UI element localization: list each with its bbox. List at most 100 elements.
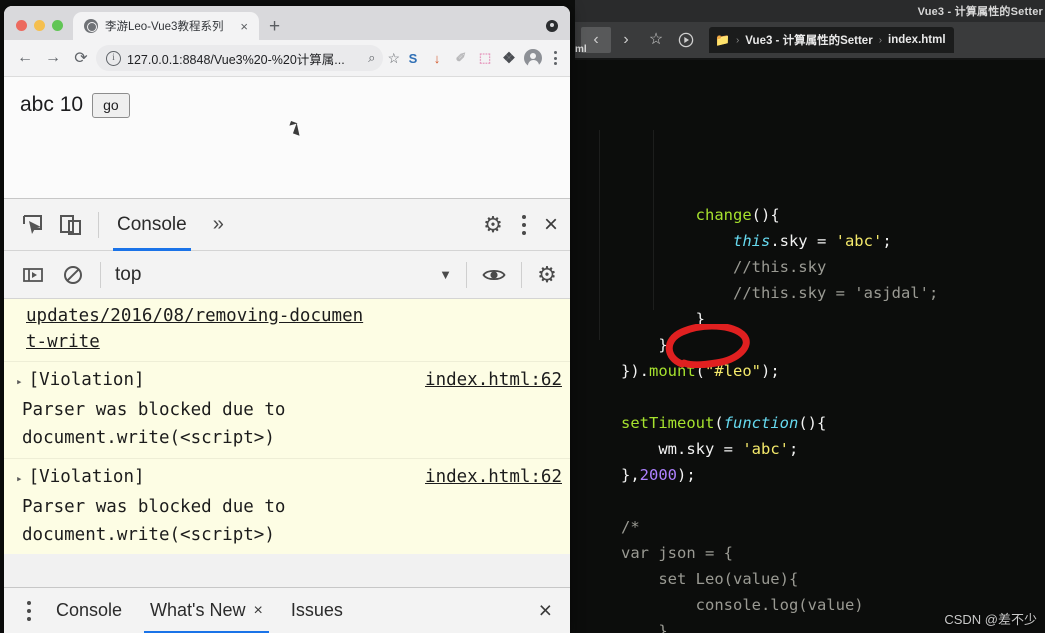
code-token-fn: change bbox=[695, 206, 752, 224]
code-token-fn: setTimeout bbox=[621, 414, 715, 432]
globe-icon bbox=[84, 19, 98, 33]
console-message-source-link[interactable]: index.html:62 bbox=[425, 463, 562, 491]
go-button[interactable]: go bbox=[92, 93, 130, 118]
chevron-down-icon[interactable]: ▼ bbox=[439, 267, 452, 282]
code-token-pad bbox=[621, 258, 733, 276]
browser-menu-icon[interactable] bbox=[546, 51, 564, 65]
puzzle-extension-icon[interactable]: ❖ bbox=[498, 47, 520, 69]
reload-button[interactable]: ⟳ bbox=[68, 45, 94, 71]
editor-bookmark-button[interactable]: ☆ bbox=[641, 27, 671, 53]
devtools-panel: Console » ⚙ × top ▼ ⚙ updates/2016/08/re… bbox=[4, 198, 570, 633]
live-expression-icon[interactable] bbox=[481, 262, 507, 288]
breadcrumb-separator-2: › bbox=[878, 34, 883, 46]
code-token-plain: } bbox=[695, 310, 705, 328]
code-token-plain: ); bbox=[761, 362, 780, 380]
console-message-row[interactable]: ▸ [Violation] index.html:62 Parser was b… bbox=[4, 362, 570, 459]
expand-triangle-icon[interactable]: ▸ bbox=[14, 368, 29, 396]
console-sidebar-icon[interactable] bbox=[20, 262, 46, 288]
editor-run-button[interactable] bbox=[671, 27, 701, 53]
breadcrumb-separator-1: › bbox=[735, 34, 740, 46]
code-token-plain: ( bbox=[714, 414, 724, 432]
close-icon[interactable]: × bbox=[237, 19, 251, 34]
forward-button[interactable]: → bbox=[40, 45, 66, 71]
console-message-text-2: document.write(<script>) bbox=[22, 525, 275, 545]
code-token-plain: ); bbox=[677, 466, 696, 484]
code-line: },2000); bbox=[621, 462, 1045, 488]
console-message-source-link[interactable]: index.html:62 bbox=[425, 366, 562, 394]
omnibox[interactable]: i 127.0.0.1:8848/Vue3%20-%20计算属... ⌕ bbox=[96, 45, 384, 71]
code-line: wm.sky = 'abc'; bbox=[621, 436, 1045, 462]
console-settings-gear-icon[interactable]: ⚙ bbox=[536, 263, 558, 286]
new-tab-button[interactable]: + bbox=[259, 17, 292, 40]
console-link-line-1[interactable]: updates/2016/08/removing-documen bbox=[26, 306, 363, 326]
breadcrumb-item-file[interactable]: index.html bbox=[888, 34, 946, 46]
back-button[interactable]: ← bbox=[12, 45, 38, 71]
site-info-icon[interactable]: i bbox=[106, 50, 121, 66]
execution-context-select[interactable]: top bbox=[115, 264, 439, 286]
editor-window-title: Vue3 - 计算属性的Setter bbox=[917, 6, 1043, 18]
code-token-kw: this bbox=[732, 232, 771, 250]
sogou-extension-icon[interactable]: S bbox=[402, 47, 424, 69]
expand-triangle-icon[interactable]: ▸ bbox=[14, 465, 29, 493]
inspect-element-icon[interactable] bbox=[20, 212, 46, 238]
close-window-button[interactable] bbox=[16, 20, 27, 31]
console-message-label: [Violation] bbox=[28, 370, 145, 390]
gear-icon[interactable]: ⚙ bbox=[482, 213, 504, 236]
console-filter-bar: top ▼ ⚙ bbox=[4, 251, 570, 299]
devtools-drawer-tabs: Console What's New × Issues × bbox=[4, 587, 570, 633]
code-token-com: //this.sky bbox=[732, 258, 827, 276]
browser-tab-bar: 李游Leo-Vue3教程系列 × + bbox=[4, 6, 570, 40]
device-toolbar-icon[interactable] bbox=[58, 212, 84, 238]
browser-tab-title: 李游Leo-Vue3教程系列 bbox=[105, 21, 224, 33]
bookmark-star-icon[interactable]: ☆ bbox=[385, 50, 400, 67]
orange-extension-icon[interactable]: ↓ bbox=[426, 47, 448, 69]
code-line: } bbox=[621, 306, 1045, 332]
browser-url-bar: ← → ⟳ i 127.0.0.1:8848/Vue3%20-%20计算属...… bbox=[4, 40, 570, 76]
console-message-row[interactable]: ▸ [Violation] index.html:62 Parser was b… bbox=[4, 459, 570, 554]
code-token-com: var json = { bbox=[621, 544, 733, 562]
breadcrumb-item-project[interactable]: Vue3 - 计算属性的Setter bbox=[745, 32, 872, 48]
code-token-num: 2000 bbox=[639, 466, 677, 484]
console-link-message[interactable]: updates/2016/08/removing-documen t-write bbox=[4, 299, 570, 362]
code-line: this.sky = 'abc'; bbox=[621, 228, 1045, 254]
editor-title-bar: Vue3 - 计算属性的Setter bbox=[575, 0, 1045, 22]
clear-console-icon[interactable] bbox=[60, 262, 86, 288]
breadcrumb[interactable]: 📁 › Vue3 - 计算属性的Setter › index.html bbox=[709, 27, 954, 53]
editor-forward-button[interactable]: › bbox=[611, 27, 641, 53]
minimize-window-button[interactable] bbox=[34, 20, 45, 31]
drawer-tab-console[interactable]: Console bbox=[42, 588, 136, 633]
maximize-window-button[interactable] bbox=[52, 20, 63, 31]
browser-window: 李游Leo-Vue3教程系列 × + ← → ⟳ i 127.0.0.1:884… bbox=[4, 6, 570, 633]
drawer-tab-issues[interactable]: Issues bbox=[277, 588, 357, 633]
editor-tab-remnant[interactable]: ml bbox=[575, 44, 599, 60]
code-line: /* bbox=[621, 514, 1045, 540]
window-controls bbox=[4, 20, 73, 40]
chevron-right-icon: › bbox=[623, 31, 629, 48]
tab-console[interactable]: Console bbox=[113, 199, 191, 251]
search-icon[interactable]: ⌕ bbox=[368, 50, 375, 66]
close-devtools-icon[interactable]: × bbox=[544, 212, 558, 237]
csdn-watermark: CSDN @差不少 bbox=[944, 612, 1037, 627]
drawer-menu-icon[interactable] bbox=[16, 600, 42, 621]
drawer-tab-whats-new[interactable]: What's New × bbox=[136, 588, 277, 633]
pink-extension-icon[interactable]: ⬚ bbox=[474, 47, 496, 69]
code-token-pad bbox=[621, 284, 733, 302]
console-output[interactable]: updates/2016/08/removing-documen t-write… bbox=[4, 299, 570, 554]
avatar[interactable] bbox=[522, 47, 544, 69]
browser-tab[interactable]: 李游Leo-Vue3教程系列 × bbox=[73, 12, 259, 40]
code-token-str: 'abc' bbox=[742, 440, 789, 458]
code-content[interactable]: change (){ this.sky = 'abc'; //this.sky /… bbox=[575, 60, 1045, 633]
devtools-menu-icon[interactable] bbox=[521, 214, 526, 235]
code-token-com: //this.sky = 'asjdal'; bbox=[732, 284, 939, 302]
console-link-line-2[interactable]: t-write bbox=[26, 332, 100, 352]
close-icon[interactable]: × bbox=[254, 602, 263, 620]
more-tabs-button[interactable]: » bbox=[213, 213, 224, 236]
faded-extension-icon[interactable]: ✐ bbox=[450, 47, 472, 69]
code-token-plain: (){ bbox=[798, 414, 827, 432]
filterbar-divider-2 bbox=[466, 261, 467, 288]
tab-search-icon[interactable] bbox=[546, 20, 558, 32]
close-drawer-icon[interactable]: × bbox=[539, 597, 570, 624]
